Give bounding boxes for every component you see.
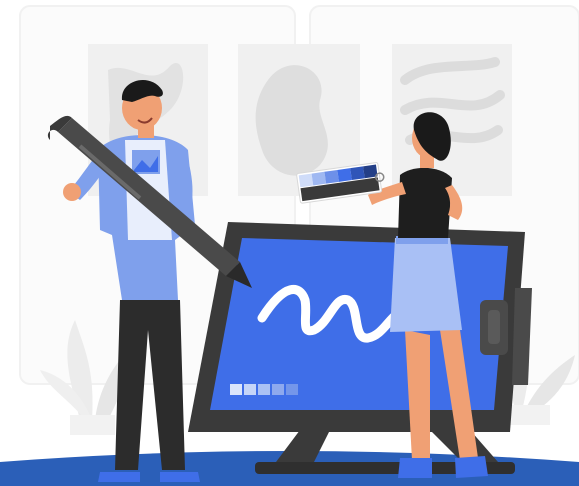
illustration (0, 0, 579, 486)
screen-palette (230, 384, 298, 395)
drawing-tablet-icon (188, 222, 532, 474)
